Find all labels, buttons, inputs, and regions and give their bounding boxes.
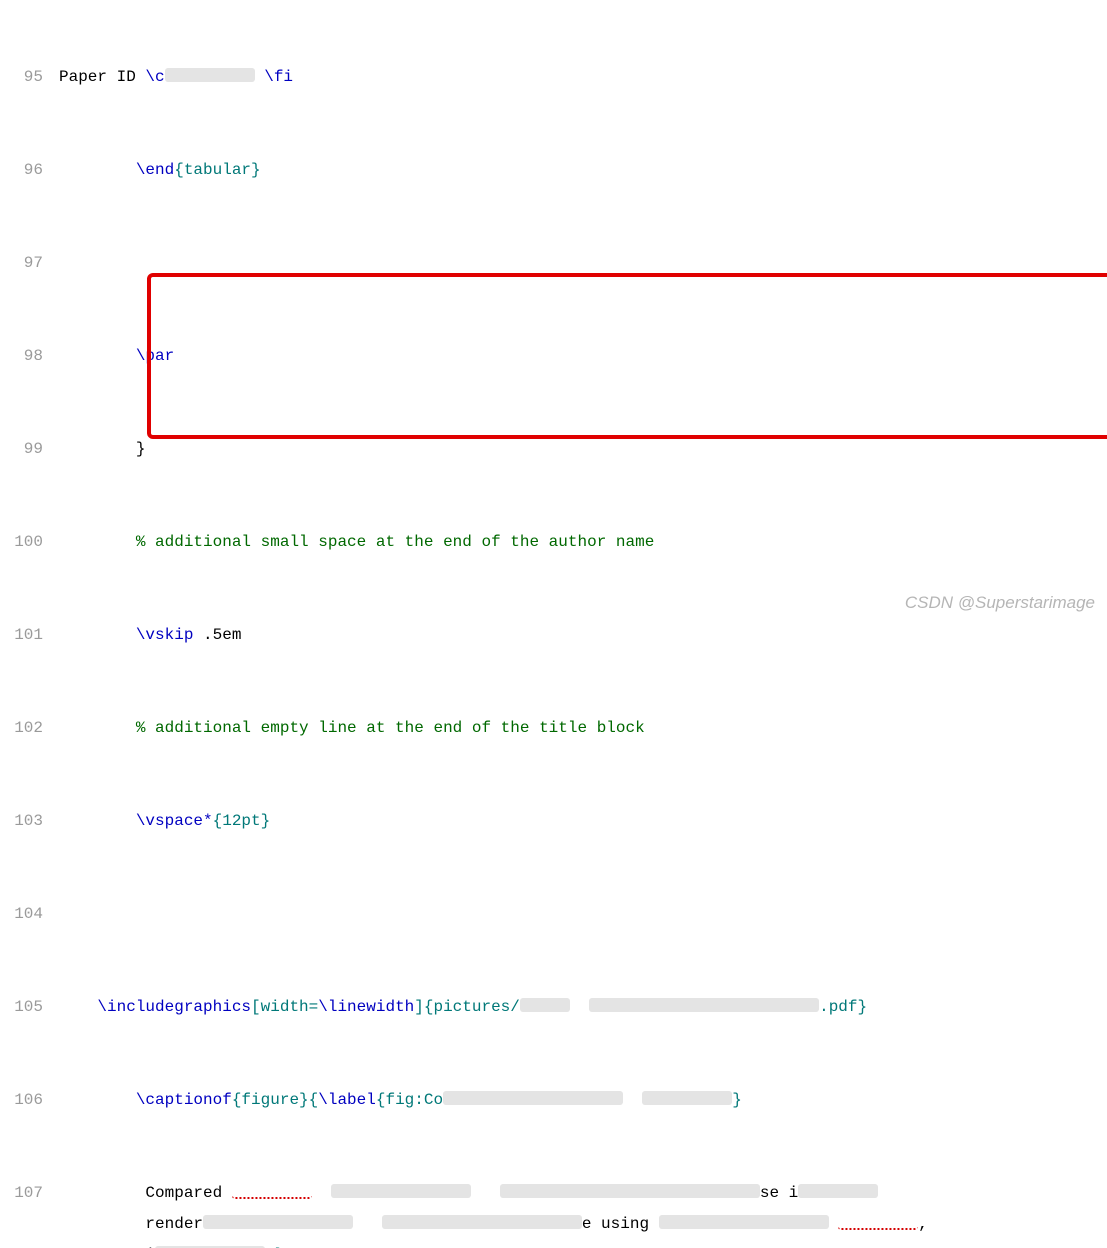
line-number: 105 <box>0 992 43 1023</box>
line-number: 106 <box>0 1085 43 1116</box>
redacted-text <box>331 1184 471 1198</box>
redacted-text <box>659 1215 829 1229</box>
line-number: 98 <box>0 341 43 372</box>
line-number-gutter: 95 96 97 98 99 100 101 102 103 104 105 1… <box>0 0 55 624</box>
line-number: 96 <box>0 155 43 186</box>
redacted-text <box>838 1214 918 1230</box>
line-number: 95 <box>0 62 43 93</box>
line-number: 104 <box>0 899 43 930</box>
line-number: 99 <box>0 434 43 465</box>
code-line[interactable]: \par <box>59 341 1107 372</box>
line-number: 97 <box>0 248 43 279</box>
line-number: 100 <box>0 527 43 558</box>
line-number: 103 <box>0 806 43 837</box>
code-line[interactable]: } <box>59 434 1107 465</box>
line-number: 101 <box>0 620 43 651</box>
redacted-text <box>165 68 255 82</box>
code-line[interactable] <box>59 248 1107 279</box>
redacted-text <box>642 1091 732 1105</box>
code-line[interactable]: \includegraphics[width=\linewidth]{pictu… <box>59 992 1107 1023</box>
redacted-text <box>155 1246 265 1248</box>
redacted-text <box>232 1183 312 1199</box>
code-line[interactable]: \vspace*{12pt} <box>59 806 1107 837</box>
code-line[interactable]: \end{tabular} <box>59 155 1107 186</box>
redacted-text <box>382 1215 582 1229</box>
redacted-text <box>520 998 570 1012</box>
code-editor[interactable]: 95 96 97 98 99 100 101 102 103 104 105 1… <box>0 0 1107 624</box>
code-line[interactable]: \captionof{figure}{\label{fig:Co } <box>59 1085 1107 1116</box>
code-line[interactable]: \vskip .5em <box>59 620 1107 651</box>
code-area[interactable]: Paper ID \c \fi \end{tabular} \par } % a… <box>55 0 1107 624</box>
redacted-text <box>203 1215 353 1229</box>
line-number: 102 <box>0 713 43 744</box>
code-line[interactable]: % additional empty line at the end of th… <box>59 713 1107 744</box>
redacted-text <box>589 998 819 1012</box>
code-line[interactable] <box>59 899 1107 930</box>
code-line[interactable]: % additional small space at the end of t… <box>59 527 1107 558</box>
line-number: 107 <box>0 1178 43 1248</box>
redacted-text <box>443 1091 623 1105</box>
code-line[interactable]: Compared se i render e using , i.} <box>59 1178 1107 1248</box>
redacted-text <box>798 1184 878 1198</box>
redacted-text <box>500 1184 760 1198</box>
code-line[interactable]: Paper ID \c \fi <box>59 62 1107 93</box>
